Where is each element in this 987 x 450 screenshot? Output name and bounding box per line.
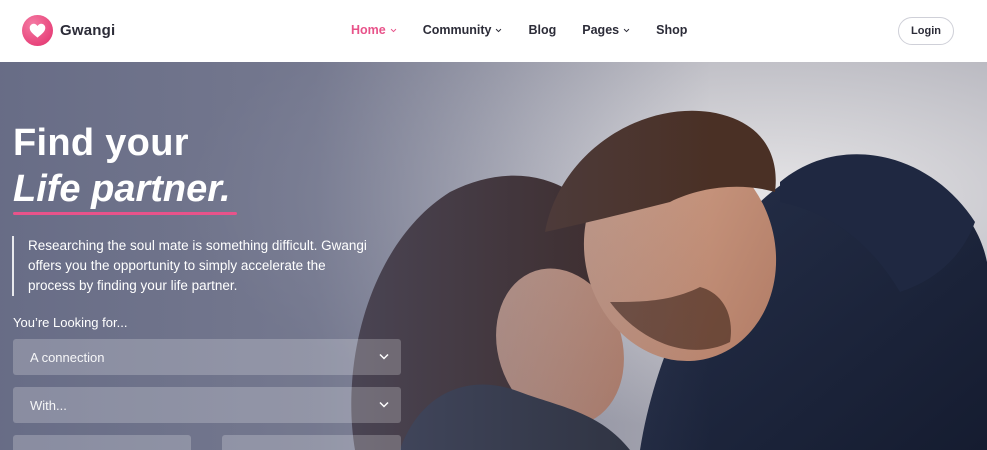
nav-item-shop[interactable]: Shop bbox=[656, 23, 687, 37]
chevron-down-icon bbox=[390, 28, 397, 32]
select-value: A connection bbox=[30, 349, 105, 365]
nav-item-label: Community bbox=[422, 23, 492, 37]
nav-item-label: Shop bbox=[656, 23, 688, 37]
with-select[interactable]: With... bbox=[13, 387, 401, 423]
hero-description-line: offers you the opportunity to simply acc… bbox=[28, 258, 326, 273]
nav-item-home[interactable]: Home bbox=[351, 23, 397, 37]
nav-item-label: Pages bbox=[582, 23, 620, 37]
main-nav: Home Community Blog Pages Shop bbox=[351, 23, 687, 37]
chevron-down-icon bbox=[379, 353, 389, 360]
nav-item-pages[interactable]: Pages bbox=[582, 23, 630, 37]
nav-item-blog[interactable]: Blog bbox=[528, 23, 556, 37]
age-to-select[interactable] bbox=[222, 435, 401, 450]
title-underline bbox=[13, 212, 237, 215]
hero-title-line-2: Life partner. bbox=[13, 168, 231, 210]
age-from-select[interactable] bbox=[13, 435, 191, 450]
hero-description-line: Researching the soul mate is something d… bbox=[28, 238, 367, 253]
chevron-down-icon bbox=[623, 28, 630, 32]
search-label: You’re Looking for... bbox=[13, 315, 128, 330]
hero-description-line: process by finding your life partner. bbox=[28, 278, 238, 293]
nav-item-label: Blog bbox=[528, 23, 557, 37]
hero-title-line-1: Find your bbox=[13, 122, 189, 164]
nav-item-community[interactable]: Community bbox=[423, 23, 503, 37]
login-button[interactable]: Login bbox=[898, 17, 954, 45]
hero-description: Researching the soul mate is something d… bbox=[12, 236, 402, 296]
brand-logo[interactable]: Gwangi bbox=[22, 15, 115, 46]
site-header: Gwangi Home Community Blog Pages Shop Lo… bbox=[0, 0, 987, 62]
looking-for-select[interactable]: A connection bbox=[13, 339, 401, 375]
nav-item-label: Home bbox=[351, 23, 386, 37]
chevron-down-icon bbox=[379, 401, 389, 408]
heart-icon bbox=[22, 15, 53, 46]
brand-name: Gwangi bbox=[60, 22, 116, 39]
chevron-down-icon bbox=[496, 28, 502, 32]
select-value: With... bbox=[30, 397, 67, 413]
